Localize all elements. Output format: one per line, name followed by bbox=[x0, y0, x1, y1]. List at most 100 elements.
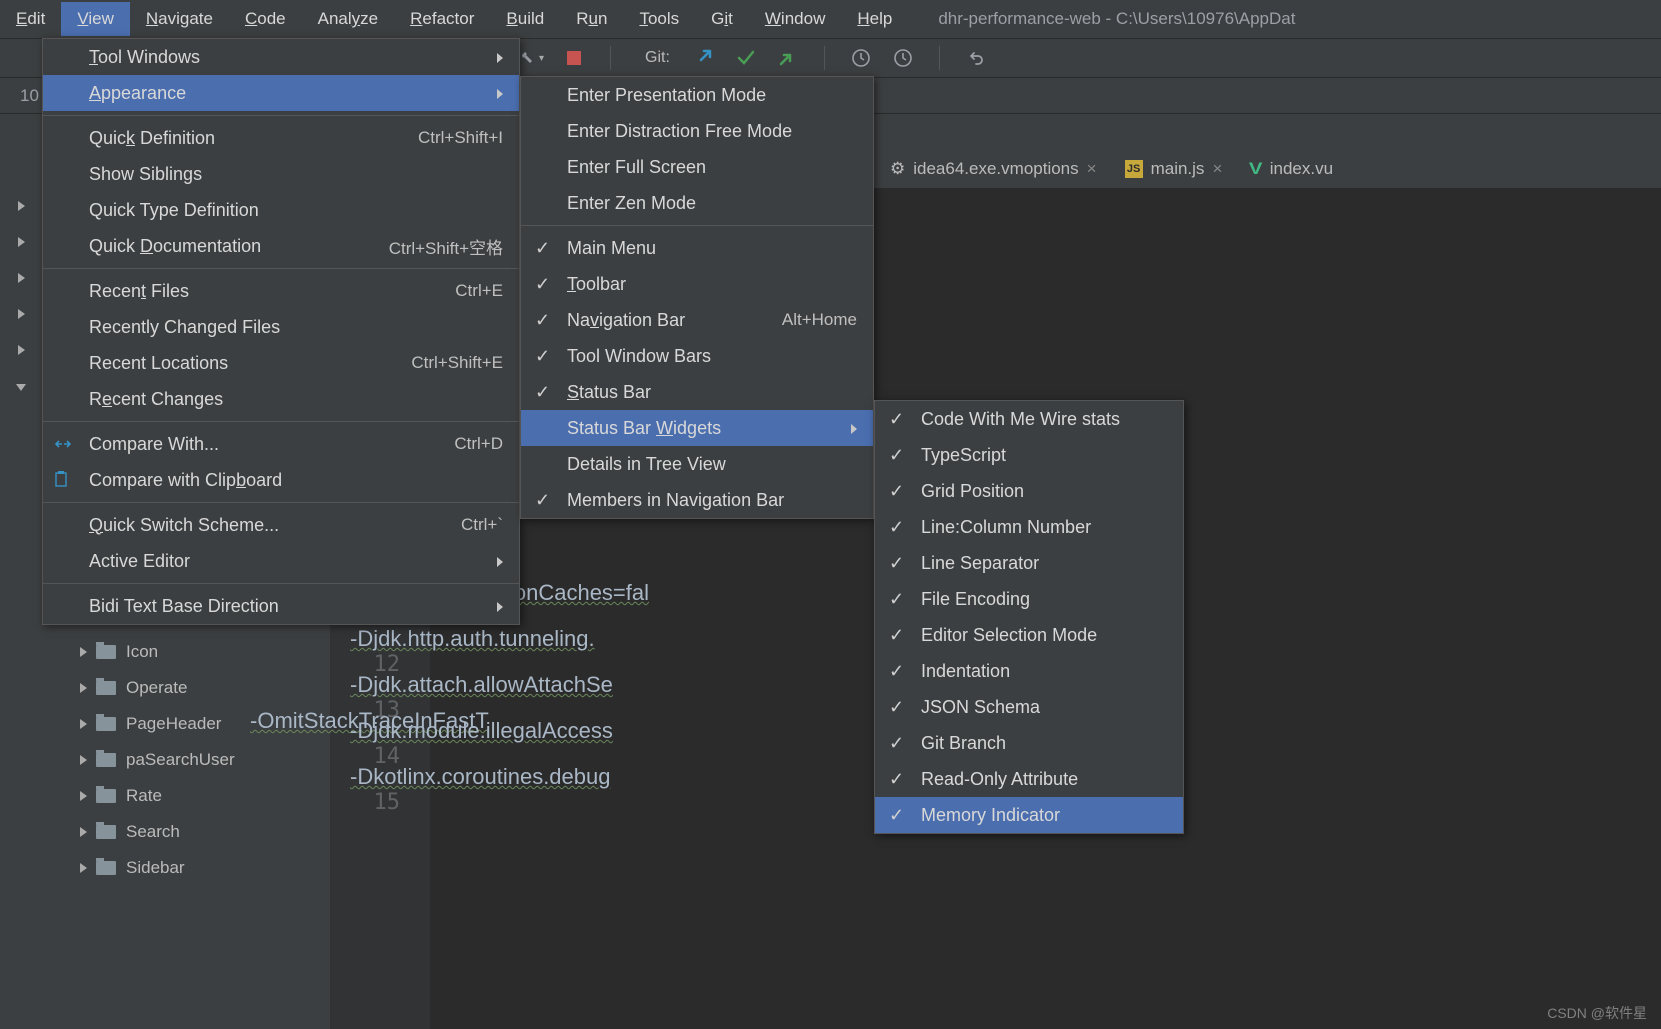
menu-shortcut: Ctrl+Shift+空格 bbox=[365, 234, 503, 259]
menu-item[interactable]: Compare With...Ctrl+D bbox=[43, 426, 519, 462]
menu-item[interactable]: Recent FilesCtrl+E bbox=[43, 273, 519, 309]
menu-label: Members in Navigation Bar bbox=[567, 490, 784, 511]
menu-item[interactable]: Compare with Clipboard bbox=[43, 462, 519, 498]
menu-item-help[interactable]: Help bbox=[841, 2, 908, 36]
menu-item[interactable]: Quick Switch Scheme...Ctrl+` bbox=[43, 507, 519, 543]
undo-icon[interactable] bbox=[964, 46, 988, 70]
hammer-dropdown-icon[interactable]: ▾ bbox=[520, 46, 544, 70]
menu-label: TypeScript bbox=[921, 445, 1006, 466]
menu-item-code[interactable]: Code bbox=[229, 2, 302, 36]
menu-item[interactable]: Status Bar Widgets bbox=[521, 410, 873, 446]
menu-item[interactable]: ✓Editor Selection Mode bbox=[875, 617, 1183, 653]
commit-icon[interactable] bbox=[734, 46, 758, 70]
check-icon: ✓ bbox=[889, 589, 904, 610]
tree-toggle[interactable] bbox=[8, 188, 34, 224]
menu-item[interactable]: ✓Line Separator bbox=[875, 545, 1183, 581]
menu-item-navigate[interactable]: Navigate bbox=[130, 2, 229, 36]
menu-item[interactable]: Enter Presentation Mode bbox=[521, 77, 873, 113]
menu-item[interactable]: ✓Toolbar bbox=[521, 266, 873, 302]
menu-item-run[interactable]: Run bbox=[560, 2, 623, 36]
menu-item[interactable]: ✓TypeScript bbox=[875, 437, 1183, 473]
menu-item[interactable]: Appearance bbox=[43, 75, 519, 111]
tree-toggle[interactable] bbox=[8, 224, 34, 260]
menu-item[interactable]: Tool Windows bbox=[43, 39, 519, 75]
tree-label: PageHeader bbox=[126, 714, 221, 734]
menu-item[interactable]: Recent Changes bbox=[43, 381, 519, 417]
menu-item[interactable]: Details in Tree View bbox=[521, 446, 873, 482]
menu-separator bbox=[43, 502, 519, 503]
menu-item[interactable]: ✓Line:Column Number bbox=[875, 509, 1183, 545]
tree-node[interactable]: Operate bbox=[70, 670, 330, 706]
menu-label: Toolbar bbox=[567, 274, 626, 295]
view-menu: Tool Windows Appearance Quick DefinitionCt… bbox=[42, 38, 520, 625]
tree-toggle[interactable] bbox=[8, 368, 34, 404]
menu-item[interactable]: ✓File Encoding bbox=[875, 581, 1183, 617]
tree-node[interactable]: Icon bbox=[70, 634, 330, 670]
submenu-arrow-icon bbox=[473, 83, 503, 104]
menu-shortcut: Ctrl+` bbox=[437, 515, 503, 535]
tree-toggle[interactable] bbox=[8, 260, 34, 296]
menu-item[interactable]: Enter Zen Mode bbox=[521, 185, 873, 221]
watermark: CSDN @软件星 bbox=[1547, 1003, 1647, 1023]
js-icon: JS bbox=[1125, 160, 1143, 178]
menu-item-refactor[interactable]: Refactor bbox=[394, 2, 490, 36]
tree-node[interactable]: Search bbox=[70, 814, 330, 850]
menu-item[interactable]: ✓Git Branch bbox=[875, 725, 1183, 761]
menu-item[interactable]: ✓Grid Position bbox=[875, 473, 1183, 509]
menu-separator bbox=[43, 115, 519, 116]
menu-item[interactable]: Enter Full Screen bbox=[521, 149, 873, 185]
menu-item-analyze[interactable]: Analyze bbox=[302, 2, 395, 36]
menu-item-build[interactable]: Build bbox=[490, 2, 560, 36]
close-icon[interactable]: × bbox=[1212, 159, 1222, 179]
menu-item[interactable]: Bidi Text Base Direction bbox=[43, 588, 519, 624]
menu-item[interactable]: ✓Indentation bbox=[875, 653, 1183, 689]
push-icon[interactable] bbox=[776, 46, 800, 70]
editor-tab[interactable]: ⚙idea64.exe.vmoptions× bbox=[876, 153, 1111, 185]
menu-item[interactable]: Active Editor bbox=[43, 543, 519, 579]
tree-toggle[interactable] bbox=[8, 296, 34, 332]
menu-item-view[interactable]: View bbox=[61, 2, 130, 36]
menu-item-git[interactable]: Git bbox=[695, 2, 749, 36]
tree-node[interactable]: Rate bbox=[70, 778, 330, 814]
menu-item[interactable]: Quick DocumentationCtrl+Shift+空格 bbox=[43, 228, 519, 264]
tree-node[interactable]: Sidebar bbox=[70, 850, 330, 886]
menu-item-edit[interactable]: Edit bbox=[0, 2, 61, 36]
editor-tab[interactable]: Vindex.vu bbox=[1236, 153, 1347, 185]
menu-item-window[interactable]: Window bbox=[749, 2, 841, 36]
menu-label: Line:Column Number bbox=[921, 517, 1091, 538]
menu-item[interactable]: ✓Members in Navigation Bar bbox=[521, 482, 873, 518]
history-icon[interactable] bbox=[891, 46, 915, 70]
menu-item[interactable]: ✓Navigation BarAlt+Home bbox=[521, 302, 873, 338]
update-project-icon[interactable] bbox=[692, 46, 716, 70]
menu-item[interactable]: Enter Distraction Free Mode bbox=[521, 113, 873, 149]
menu-item[interactable]: ✓Tool Window Bars bbox=[521, 338, 873, 374]
menu-item[interactable]: Recent LocationsCtrl+Shift+E bbox=[43, 345, 519, 381]
compare-icon bbox=[53, 436, 73, 452]
menu-label: Line Separator bbox=[921, 553, 1039, 574]
menu-item[interactable]: Show Siblings bbox=[43, 156, 519, 192]
menu-item-tools[interactable]: Tools bbox=[623, 2, 695, 36]
menu-item[interactable]: ✓Memory Indicator bbox=[875, 797, 1183, 833]
menu-label: Tool Windows bbox=[89, 47, 200, 68]
menu-item[interactable]: Recently Changed Files bbox=[43, 309, 519, 345]
editor-tab[interactable]: JSmain.js× bbox=[1111, 153, 1237, 185]
menu-item[interactable]: ✓Read-Only Attribute bbox=[875, 761, 1183, 797]
check-icon: ✓ bbox=[889, 733, 904, 754]
menu-item[interactable]: Quick Type Definition bbox=[43, 192, 519, 228]
menu-item[interactable]: ✓JSON Schema bbox=[875, 689, 1183, 725]
tree-toggle[interactable] bbox=[8, 332, 34, 368]
folder-icon bbox=[96, 681, 116, 695]
menu-item[interactable]: ✓Code With Me Wire stats bbox=[875, 401, 1183, 437]
menu-item[interactable]: ✓Status Bar bbox=[521, 374, 873, 410]
menu-separator bbox=[521, 225, 873, 226]
menu-item[interactable]: Quick DefinitionCtrl+Shift+I bbox=[43, 120, 519, 156]
tree-label: Rate bbox=[126, 786, 162, 806]
menu-item[interactable]: ✓Main Menu bbox=[521, 230, 873, 266]
menu-shortcut: Alt+Home bbox=[758, 310, 857, 330]
close-icon[interactable]: × bbox=[1087, 159, 1097, 179]
stop-icon[interactable] bbox=[562, 46, 586, 70]
menu-label: Compare with Clipboard bbox=[89, 470, 282, 491]
history-back-icon[interactable] bbox=[849, 46, 873, 70]
tab-label: index.vu bbox=[1270, 159, 1333, 179]
menu-label: Editor Selection Mode bbox=[921, 625, 1097, 646]
